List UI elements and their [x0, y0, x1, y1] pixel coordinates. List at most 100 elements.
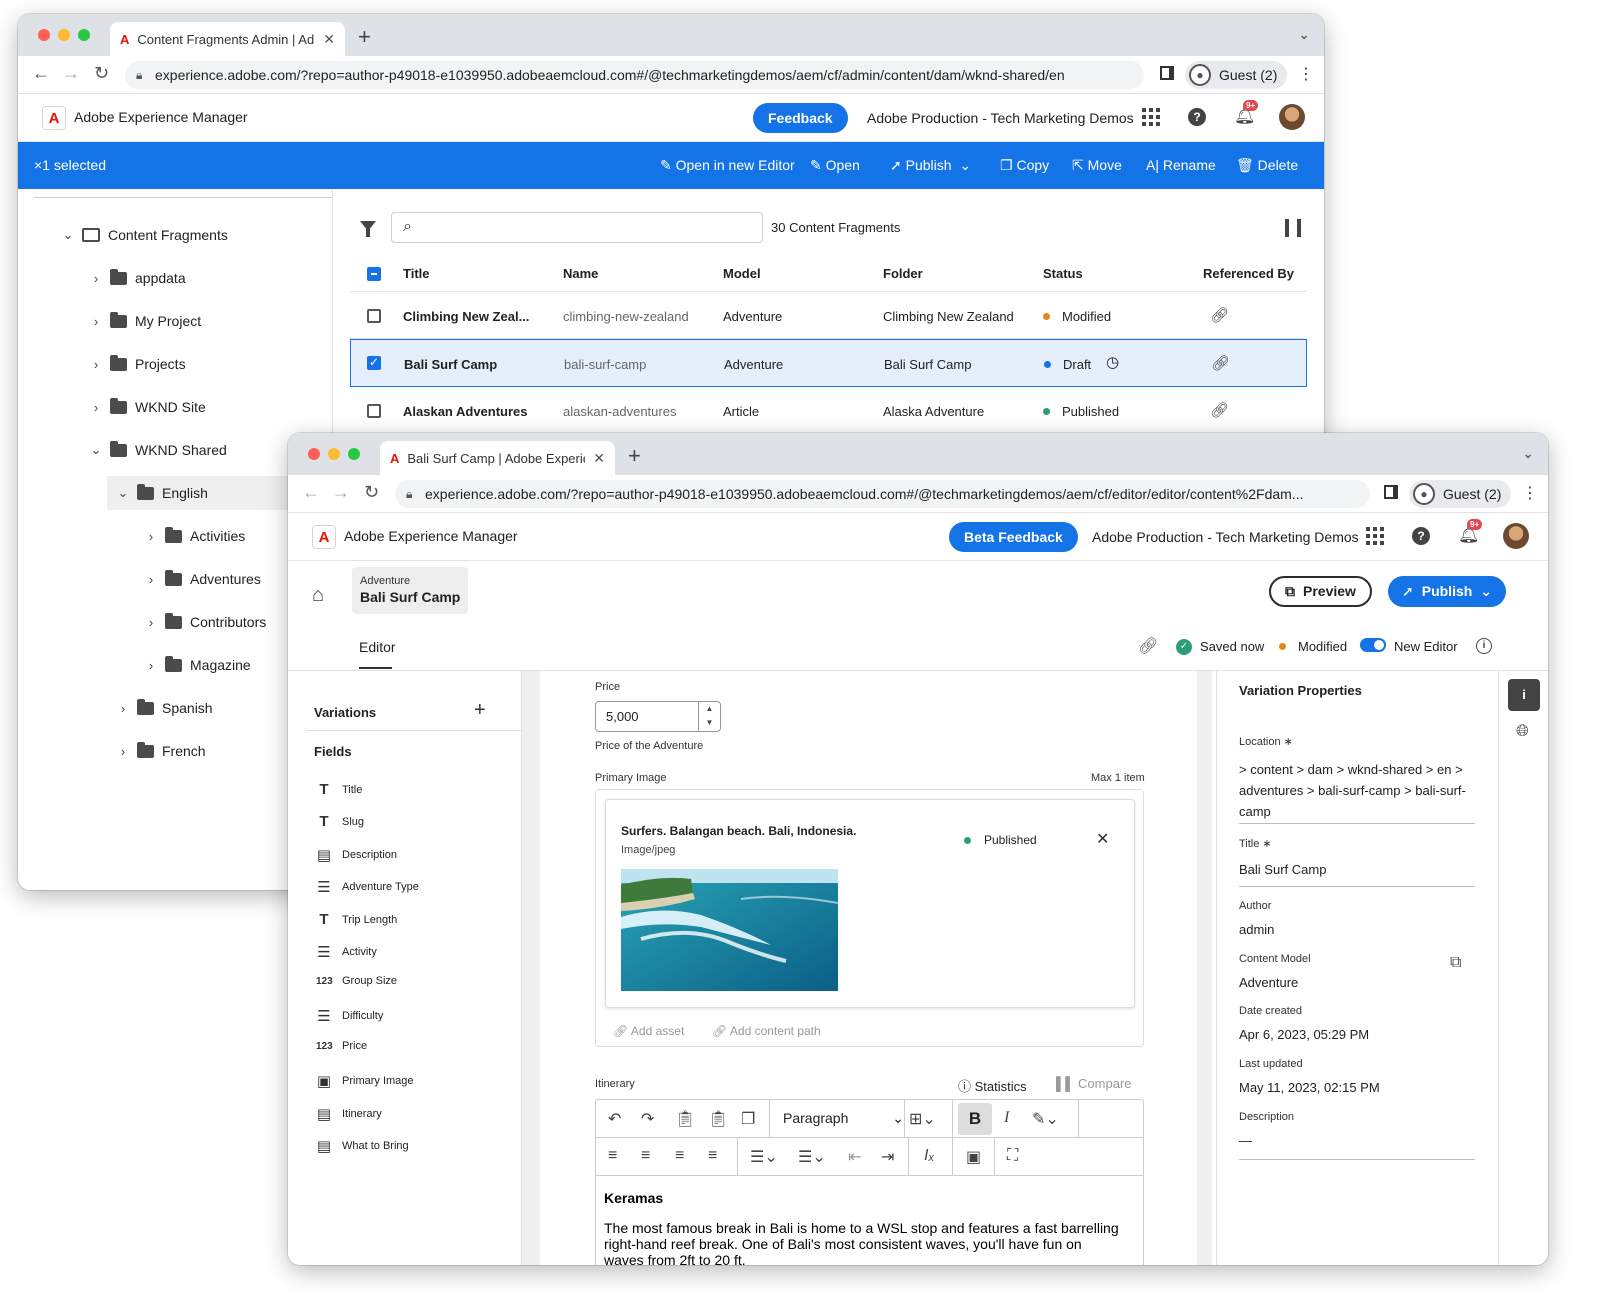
table-row[interactable]: Alaskan Adventures alaskan-adventures Ar…: [350, 387, 1307, 435]
numbered-list-icon[interactable]: ☰⌄: [798, 1147, 826, 1167]
align-right-icon[interactable]: ≡: [675, 1147, 684, 1165]
reload-icon[interactable]: ↻: [364, 482, 379, 503]
globe-icon[interactable]: 🌐︎: [1516, 723, 1529, 741]
tree-item-contributors[interactable]: › Contributors: [145, 605, 266, 639]
tree-item-projects[interactable]: › Projects: [90, 347, 186, 381]
open-new-editor-button[interactable]: ✎ Open in new Editor: [660, 157, 795, 174]
stepper-arrows-icon[interactable]: ▲ ▼: [698, 702, 720, 731]
chevron-right-icon[interactable]: ›: [117, 744, 129, 759]
add-asset-button[interactable]: 🔗︎ Add asset: [613, 1024, 684, 1038]
new-tab-icon[interactable]: +: [628, 443, 641, 469]
tree-item-adventures[interactable]: › Adventures: [145, 562, 261, 596]
highlight-icon[interactable]: ✎⌄: [1032, 1109, 1059, 1129]
chevron-right-icon[interactable]: ›: [145, 572, 157, 587]
image-icon[interactable]: ▣: [966, 1147, 981, 1167]
tree-item-activities[interactable]: › Activities: [145, 519, 245, 553]
search-input[interactable]: ⌕: [391, 212, 763, 243]
row-checkbox[interactable]: [367, 404, 381, 418]
help-icon[interactable]: ?: [1412, 527, 1430, 545]
chevron-right-icon[interactable]: ›: [90, 271, 102, 286]
chevron-down-icon[interactable]: ⌄: [1298, 26, 1310, 43]
back-arrow-icon[interactable]: ←: [302, 482, 320, 503]
beta-feedback-button[interactable]: Beta Feedback: [949, 522, 1078, 552]
close-tab-icon[interactable]: ✕: [593, 450, 605, 467]
browser-tab-editor[interactable]: A Bali Surf Camp | Adobe Experie ✕: [380, 441, 615, 475]
move-button[interactable]: ⇱ Move: [1072, 157, 1122, 174]
forward-arrow-icon[interactable]: →: [62, 63, 80, 84]
open-button[interactable]: ✎ Open: [810, 157, 860, 174]
field-item-itinerary[interactable]: ▤ Itinerary: [316, 1105, 382, 1123]
column-header-status[interactable]: Status: [1043, 266, 1083, 281]
url-field[interactable]: 🔒︎ experience.adobe.com/?repo=author-p49…: [125, 61, 1144, 89]
back-arrow-icon[interactable]: ←: [32, 63, 50, 84]
link-icon[interactable]: 🔗︎: [1210, 401, 1229, 419]
link-icon[interactable]: 🔗︎: [1211, 354, 1230, 372]
adobe-logo-icon[interactable]: A: [312, 525, 336, 549]
info-icon[interactable]: i: [1476, 638, 1492, 654]
italic-icon[interactable]: I: [1004, 1109, 1009, 1127]
chevron-down-icon[interactable]: ⌄: [1522, 445, 1534, 462]
add-content-path-button[interactable]: 🔗︎ Add content path: [712, 1024, 821, 1038]
chevron-right-icon[interactable]: ›: [145, 615, 157, 630]
link-icon[interactable]: 🔗︎: [1210, 306, 1229, 324]
field-item-primary-image[interactable]: ▣ Primary Image: [316, 1072, 414, 1090]
redo-icon[interactable]: ↷: [641, 1109, 654, 1129]
column-header-referenced-by[interactable]: Referenced By: [1203, 266, 1294, 281]
app-grid-icon[interactable]: [1142, 108, 1160, 126]
price-stepper[interactable]: 5,000 ▲ ▼: [595, 701, 721, 732]
chevron-right-icon[interactable]: ›: [90, 357, 102, 372]
compare-button[interactable]: ▌▌ Compare: [1056, 1076, 1132, 1091]
tree-item-appdata[interactable]: › appdata: [90, 261, 186, 295]
fullscreen-icon[interactable]: ⛶: [1007, 1147, 1018, 1165]
delete-button[interactable]: 🗑︎ Delete: [1236, 157, 1298, 174]
column-header-name[interactable]: Name: [563, 266, 598, 281]
chevron-right-icon[interactable]: ›: [145, 529, 157, 544]
column-header-title[interactable]: Title: [403, 266, 430, 281]
feedback-button[interactable]: Feedback: [753, 103, 848, 133]
paste-icon[interactable]: 📋︎: [675, 1109, 695, 1129]
table-row[interactable]: Climbing New Zeal... climbing-new-zealan…: [350, 291, 1307, 339]
row-checkbox[interactable]: [367, 355, 381, 370]
adobe-logo-icon[interactable]: A: [42, 106, 66, 130]
profile-button[interactable]: ● Guest (2): [1185, 61, 1288, 89]
reload-icon[interactable]: ↻: [94, 63, 109, 84]
table-row[interactable]: Bali Surf Camp bali-surf-camp Adventure …: [350, 339, 1307, 387]
field-item-difficulty[interactable]: ☰ Difficulty: [316, 1007, 383, 1025]
kebab-menu-icon[interactable]: ⋮: [1522, 483, 1538, 503]
link-icon[interactable]: 🔗︎: [1138, 636, 1158, 656]
copy-icon[interactable]: ❐: [741, 1109, 755, 1129]
chevron-down-icon[interactable]: ⌄: [117, 485, 129, 501]
rte-content[interactable]: Keramas The most famous break in Bali is…: [604, 1190, 1123, 1265]
org-switcher[interactable]: Adobe Production - Tech Marketing Demos: [867, 110, 1134, 126]
org-switcher[interactable]: Adobe Production - Tech Marketing Demos: [1092, 529, 1359, 545]
chevron-down-icon[interactable]: ⌄: [90, 442, 102, 458]
field-item-description[interactable]: ▤ Description: [316, 846, 397, 864]
field-item-price[interactable]: 123 Price: [316, 1040, 367, 1052]
paste-text-icon[interactable]: 📋︎: [708, 1109, 728, 1129]
rename-button[interactable]: A| Rename: [1146, 157, 1216, 173]
table-icon[interactable]: ⊞⌄: [909, 1109, 936, 1129]
window-controls[interactable]: [38, 29, 90, 41]
column-header-model[interactable]: Model: [723, 266, 761, 281]
tree-item-french[interactable]: › French: [117, 734, 206, 768]
kebab-menu-icon[interactable]: ⋮: [1298, 64, 1314, 84]
bold-icon[interactable]: B: [958, 1103, 992, 1135]
tree-item-magazine[interactable]: › Magazine: [145, 648, 251, 682]
statistics-button[interactable]: ⓘ Statistics: [958, 1076, 1027, 1095]
tab-editor[interactable]: Editor: [359, 639, 396, 655]
side-panel-icon[interactable]: [1384, 485, 1398, 499]
justify-icon[interactable]: ≡: [708, 1147, 717, 1165]
chevron-right-icon[interactable]: ›: [90, 400, 102, 415]
publish-button[interactable]: ➚ Publish ⌄: [890, 157, 971, 174]
browser-tab-admin[interactable]: A Content Fragments Admin | Ad ✕: [110, 22, 345, 56]
new-tab-icon[interactable]: +: [358, 24, 371, 50]
indent-icon[interactable]: ⇥: [881, 1147, 894, 1167]
column-header-folder[interactable]: Folder: [883, 266, 923, 281]
field-item-what-to-bring[interactable]: ▤ What to Bring: [316, 1137, 409, 1155]
copy-button[interactable]: ❐ Copy: [1000, 157, 1049, 174]
chevron-right-icon[interactable]: ›: [117, 701, 129, 716]
preview-button[interactable]: ⧉ Preview: [1269, 576, 1372, 607]
clear-format-icon[interactable]: Iₓ: [924, 1147, 935, 1165]
align-center-icon[interactable]: ≡: [641, 1147, 650, 1165]
profile-button[interactable]: ● Guest (2): [1409, 480, 1512, 508]
